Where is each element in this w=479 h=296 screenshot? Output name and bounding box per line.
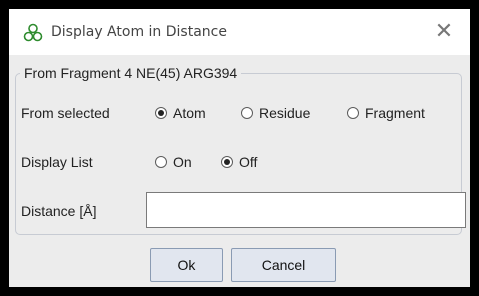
radio-residue[interactable]: Residue — [241, 105, 310, 121]
radio-atom-indicator — [155, 107, 167, 119]
radio-on[interactable]: On — [155, 154, 192, 170]
radio-residue-label: Residue — [259, 105, 311, 121]
radio-atom-label: Atom — [173, 105, 206, 121]
radio-atom[interactable]: Atom — [155, 105, 206, 121]
from-selected-label: From selected — [21, 105, 110, 121]
cancel-button[interactable]: Cancel — [231, 248, 336, 282]
radio-fragment-indicator — [347, 107, 359, 119]
distance-input[interactable] — [146, 192, 466, 228]
radio-fragment[interactable]: Fragment — [347, 105, 425, 121]
display-list-label: Display List — [21, 154, 93, 170]
close-icon[interactable]: ✕ — [428, 17, 460, 47]
dialog-window: Display Atom in Distance ✕ From Fragment… — [9, 9, 470, 287]
distance-label: Distance [Å] — [21, 203, 97, 219]
ok-button[interactable]: Ok — [150, 248, 223, 282]
radio-on-indicator — [155, 156, 167, 168]
radio-off[interactable]: Off — [221, 154, 257, 170]
dialog-title: Display Atom in Distance — [51, 24, 227, 40]
radio-off-label: Off — [239, 154, 258, 170]
title-bar[interactable]: Display Atom in Distance ✕ — [9, 9, 470, 55]
molecule-icon — [23, 23, 43, 42]
radio-residue-indicator — [241, 107, 253, 119]
radio-on-label: On — [173, 154, 192, 170]
radio-fragment-label: Fragment — [365, 105, 425, 121]
radio-off-indicator — [221, 156, 233, 168]
group-legend: From Fragment 4 NE(45) ARG394 — [24, 65, 238, 81]
